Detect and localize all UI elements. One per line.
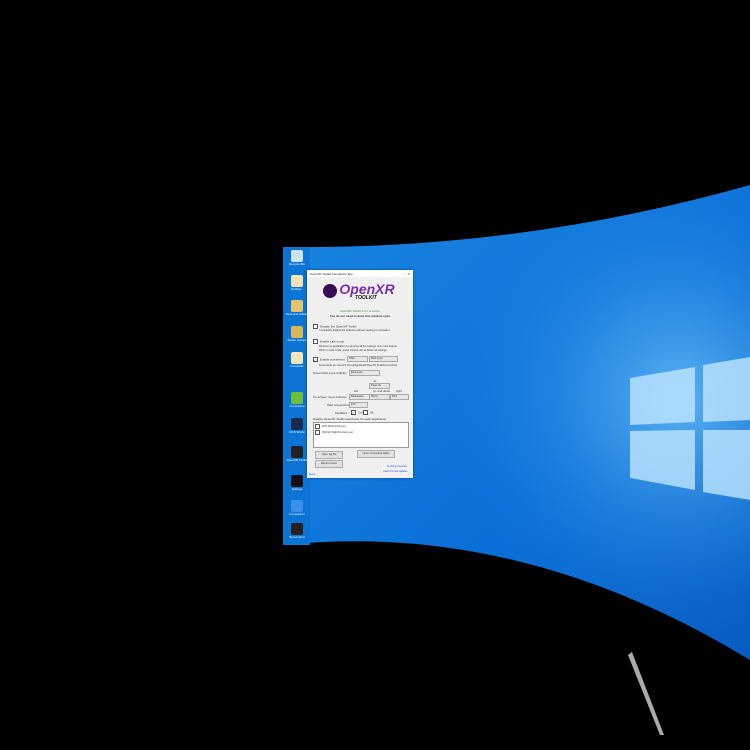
left-select[interactable]: Backspace bbox=[349, 394, 370, 400]
hint-text: You do not need to keep this window open bbox=[329, 314, 391, 318]
shortcut-icon bbox=[291, 523, 303, 535]
left-label: left bbox=[354, 389, 359, 393]
app-item[interactable]: DCS World (DCS.exe) bbox=[314, 423, 408, 430]
desktop-icon[interactable]: Steam Games bbox=[285, 326, 309, 342]
take-screenshot-select[interactable]: F12 bbox=[349, 402, 368, 408]
desktop-icon-label: OpenXR Toolkit bbox=[286, 458, 308, 462]
desktop-icon[interactable]: Computer bbox=[285, 352, 309, 368]
about-link[interactable]: About bbox=[309, 473, 315, 476]
desktop-icon[interactable]: Tools and Utilities bbox=[285, 300, 309, 316]
desktop-icon[interactable]: Getting... bbox=[285, 275, 309, 291]
desktop-icon-label: Steam Games bbox=[287, 338, 307, 342]
ctrl-label: Ctrl bbox=[358, 410, 363, 415]
desktop-icon[interactable]: DCS World bbox=[285, 418, 309, 434]
eyes-visibility-select[interactable]: Both eyes bbox=[349, 370, 380, 376]
alt-label: Alt bbox=[370, 410, 374, 415]
updown-select[interactable]: Minus bbox=[369, 394, 390, 400]
window-title: OpenXR Toolkit Companion app bbox=[310, 271, 353, 276]
open-screenshot-folder-button[interactable]: Open screenshot folder bbox=[357, 450, 395, 458]
desktop-icon-label: Recycle Bin bbox=[289, 262, 305, 266]
right-label: right bbox=[396, 389, 402, 393]
format-select[interactable]: PNG bbox=[347, 356, 368, 362]
close-button[interactable]: ✕ bbox=[407, 272, 410, 276]
desktop-icon[interactable]: OpenXR Toolkit bbox=[285, 446, 309, 462]
desktop-icon-label: Companion bbox=[289, 512, 305, 516]
report-issues-button[interactable]: Report issues bbox=[315, 460, 343, 468]
shortcut-icon bbox=[291, 446, 303, 458]
shortcut-icon bbox=[291, 326, 303, 338]
app-label: DCS World (DCS.exe) bbox=[322, 425, 346, 429]
safe-label: Enable safe mode bbox=[320, 339, 345, 344]
desktop-icon[interactable]: Settings bbox=[285, 475, 309, 491]
desktop-icon[interactable]: Companion bbox=[285, 392, 309, 408]
shortcut-icon bbox=[291, 475, 303, 487]
safe-mode-checkbox[interactable]: Enable safe mode bbox=[313, 339, 344, 344]
desktop-icon[interactable]: Recycle Bin bbox=[285, 250, 309, 266]
desktop-icon[interactable]: Companion bbox=[285, 500, 309, 516]
updown-label: up and down bbox=[373, 389, 391, 393]
desktop-icon-label: Tools and Utilities bbox=[285, 312, 309, 316]
apps-label: Disable OpenXR Toolkit selectively for e… bbox=[313, 417, 387, 421]
title-bar: OpenXR Toolkit Companion app – ✕ bbox=[307, 270, 413, 277]
desktop-icon[interactable]: Screenshot bbox=[285, 523, 309, 539]
eyes-visibility-label: Screenshot eyes visibility bbox=[313, 371, 347, 375]
openxr-toolkit-logo: OpenXR TOOLKIT bbox=[307, 281, 413, 303]
safe-desc-2: When in safe mode, press Ctrl+F1+F2 to d… bbox=[319, 349, 387, 352]
alt-checkbox[interactable]: Alt bbox=[363, 410, 374, 415]
right-select[interactable]: Plus bbox=[390, 394, 409, 400]
screenshot-label: Enable screenshot bbox=[320, 357, 345, 362]
desktop-icon-label: DCS World bbox=[289, 430, 305, 434]
screenshot-path: Screenshots are stored in %LocalAppData%… bbox=[319, 364, 397, 367]
status-text: OpenXR Toolkit 1.0.x is active bbox=[340, 309, 380, 313]
updates-link[interactable]: Check for new updates bbox=[383, 470, 407, 473]
desktop-icon-label: Getting... bbox=[290, 287, 304, 291]
disable-label: Disable the OpenXR Toolkit bbox=[320, 324, 357, 329]
helmet-icon bbox=[323, 284, 337, 298]
desktop-icon-label: Computer bbox=[290, 364, 304, 368]
disable-desc: Completely disable the software without … bbox=[319, 329, 390, 332]
controller-ray bbox=[628, 652, 664, 735]
shortcut-icon bbox=[291, 392, 303, 404]
shortcut-icon bbox=[291, 418, 303, 430]
shortcut-icon bbox=[291, 500, 303, 512]
shortcut-icon bbox=[291, 300, 303, 312]
modifiers-label: Modifiers bbox=[335, 411, 348, 415]
shortcut-icon bbox=[291, 352, 303, 364]
open-log-button[interactable]: Open log file bbox=[315, 451, 343, 459]
licenses-link[interactable]: 3rd Party Licenses bbox=[387, 465, 407, 468]
ctrl-checkbox[interactable]: ✓ Ctrl bbox=[351, 410, 363, 415]
app-item[interactable]: FS2020 (FlightSimulator.exe) bbox=[314, 430, 408, 435]
hotkeys-label: On-screen menu hotkeys bbox=[313, 395, 347, 399]
shortcut-icon bbox=[291, 250, 303, 262]
take-screenshot-label: Take screenshot bbox=[327, 403, 349, 407]
eyes-select[interactable]: Both eyes bbox=[369, 356, 398, 362]
logo-subtext: TOOLKIT bbox=[355, 295, 377, 301]
desktop-icon-label: Companion bbox=[289, 404, 305, 408]
desktop-icon-label: Settings bbox=[291, 487, 303, 491]
screenshot-checkbox[interactable]: ✓ Enable screenshot bbox=[313, 357, 345, 362]
app-label: FS2020 (FlightSimulator.exe) bbox=[322, 431, 353, 435]
apps-list[interactable]: DCS World (DCS.exe) FS2020 (FlightSimula… bbox=[313, 422, 409, 448]
desktop-icon-label: Screenshot bbox=[289, 535, 305, 539]
shortcut-icon bbox=[291, 275, 303, 287]
companion-app-window: OpenXR Toolkit Companion app – ✕ OpenXR … bbox=[307, 270, 413, 478]
safe-desc-1: Recover an application by ignoring all t… bbox=[319, 345, 398, 348]
